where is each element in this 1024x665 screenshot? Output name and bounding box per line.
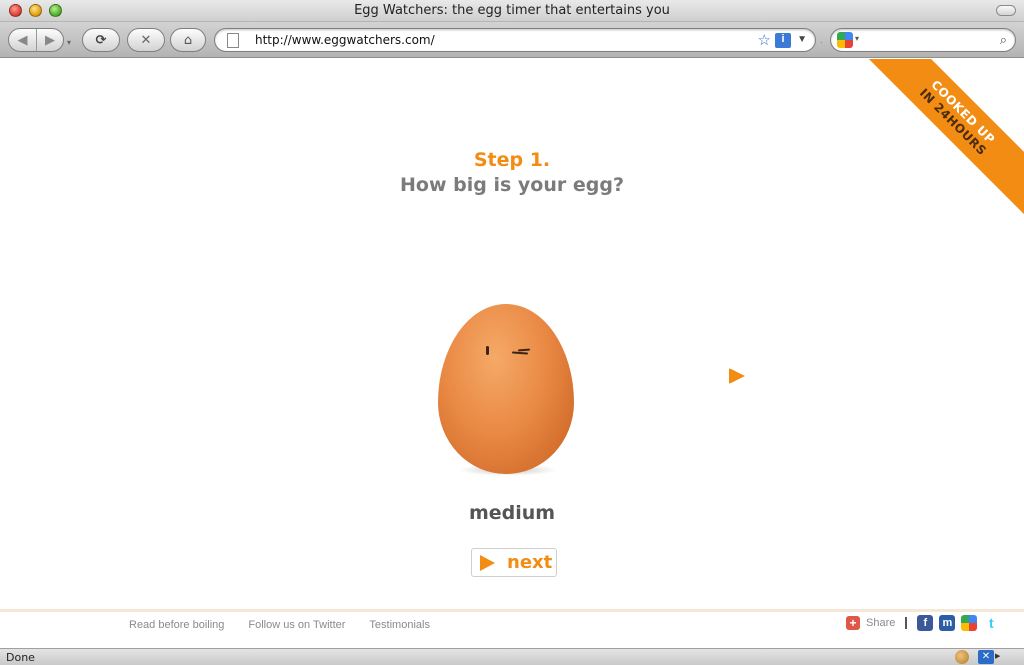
step-heading: Step 1. [473, 149, 551, 171]
footer-links: Read before boiling Follow us on Twitter… [129, 619, 430, 631]
cooked-up-ribbon: COOKED UP IN 24HOURS [850, 59, 1024, 225]
next-button-label: next [507, 552, 553, 573]
share-plus-icon[interactable]: + [846, 616, 860, 630]
footer-link-read-before-boiling[interactable]: Read before boiling [129, 619, 224, 631]
egg-character [438, 304, 574, 474]
address-bar[interactable]: http://www.eggwatchers.com/ ☆ i ▼ [214, 28, 816, 52]
footer-link-follow-twitter[interactable]: Follow us on Twitter [248, 619, 345, 631]
next-button[interactable]: next [471, 548, 557, 577]
forward-button[interactable]: ▶ [35, 29, 63, 51]
url-history-dropdown-icon[interactable]: ▼ [797, 34, 807, 45]
status-text: Done [6, 651, 35, 664]
egg-illustration [436, 304, 576, 480]
next-size-arrow-icon[interactable] [729, 368, 745, 384]
forward-arrow-icon: ▶ [44, 32, 55, 48]
window-titlebar: Egg Watchers: the egg timer that enterta… [0, 0, 1024, 22]
facebook-icon[interactable]: f [917, 615, 934, 631]
search-engine-icon[interactable] [837, 32, 853, 48]
site-info-icon[interactable]: i [775, 33, 791, 48]
back-forward-group: ◀ ▶ [8, 28, 64, 52]
step-question: How big is your egg? [400, 174, 624, 196]
addon-monkey-icon[interactable] [955, 650, 969, 664]
share-label[interactable]: Share [866, 617, 895, 629]
play-arrow-icon [480, 554, 495, 571]
stop-button[interactable]: ✕ [127, 28, 165, 52]
navigation-toolbar: ◀ ▶ ▾ ⟳ ✕ ⌂ http://www.eggwatchers.com/ … [0, 22, 1024, 58]
reload-button[interactable]: ⟳ [82, 28, 120, 52]
reload-icon: ⟳ [95, 32, 107, 48]
page-icon [227, 33, 239, 48]
page-content: COOKED UP IN 24HOURS Step 1. How big is … [0, 59, 1024, 648]
twitter-icon[interactable]: t [983, 615, 1000, 631]
window-title: Egg Watchers: the egg timer that enterta… [354, 3, 670, 18]
status-bar: Done ✕ ▶ [0, 648, 1024, 665]
search-engine-dropdown-icon[interactable]: ▾ [855, 34, 859, 43]
addon-dropdown-icon[interactable]: ▶ [995, 652, 1000, 660]
share-separator [905, 617, 908, 629]
egg-right-eye-lower [511, 351, 529, 355]
history-dropdown-icon[interactable]: ▾ [67, 38, 71, 47]
footer-link-testimonials[interactable]: Testimonials [369, 619, 430, 631]
home-icon: ⌂ [183, 32, 193, 48]
search-bar[interactable]: ▾ ⌕ [830, 28, 1016, 52]
address-input[interactable]: http://www.eggwatchers.com/ [255, 33, 435, 47]
egg-left-eye [486, 346, 489, 355]
home-button[interactable]: ⌂ [170, 28, 206, 52]
toolbar-separator-icon: · [820, 38, 823, 47]
toolbar-toggle-button[interactable] [996, 5, 1016, 16]
myspace-icon[interactable]: m [939, 615, 956, 631]
search-icon[interactable]: ⌕ [1000, 32, 1007, 48]
footer-divider [0, 609, 1024, 612]
google-icon[interactable] [961, 615, 978, 631]
bookmark-star-icon[interactable]: ☆ [758, 31, 771, 49]
egg-size-label: medium [468, 502, 556, 524]
addon-x-icon[interactable]: ✕ [978, 650, 994, 664]
back-button[interactable]: ◀ [9, 29, 36, 51]
back-arrow-icon: ◀ [17, 32, 28, 48]
stop-icon: ✕ [140, 32, 152, 48]
share-bar: + Share f m t [846, 615, 1000, 631]
